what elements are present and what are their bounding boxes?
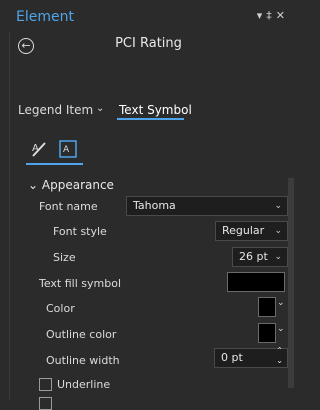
svg-text:A: A	[63, 145, 70, 155]
outline-color-picker[interactable]: ⌄	[258, 323, 288, 343]
active-tab-indicator	[117, 118, 184, 120]
font-style-dropdown[interactable]: Regular ⌄	[215, 221, 288, 241]
text-box-icon[interactable]: A	[58, 139, 78, 159]
font-name-label: Font name	[39, 200, 98, 213]
tab-text-symbol[interactable]: Text Symbol	[119, 103, 192, 117]
underline-checkbox[interactable]	[39, 378, 52, 391]
color-picker[interactable]: ⌄	[258, 297, 288, 317]
next-checkbox[interactable]	[39, 397, 52, 410]
chevron-down-icon[interactable]: ⌄	[96, 103, 104, 114]
text-fill-symbol-label: Text fill symbol	[39, 277, 122, 290]
underline-label: Underline	[57, 378, 111, 391]
outline-color-swatch	[258, 323, 276, 343]
pane-body	[9, 32, 287, 400]
outline-width-value: 0 pt	[221, 351, 243, 364]
appearance-section-header[interactable]: ⌄ Appearance	[28, 178, 114, 192]
stepper-icon[interactable]: ⌃ ⌄	[276, 346, 283, 366]
font-name-value: Tahoma	[133, 199, 176, 212]
svg-text:A: A	[32, 143, 39, 154]
font-style-value: Regular	[222, 224, 265, 237]
pane-header-icons[interactable]: ▾‡✕	[257, 9, 289, 22]
pin-icon[interactable]: ‡	[266, 9, 276, 22]
font-style-label: Font style	[53, 225, 107, 238]
section-label: Appearance	[41, 178, 114, 192]
color-label: Color	[46, 302, 75, 315]
chevron-down-icon: ⌄	[274, 252, 282, 262]
close-icon[interactable]: ✕	[276, 9, 289, 22]
tab-legend-item[interactable]: Legend Item	[18, 103, 93, 117]
color-swatch	[258, 297, 276, 317]
active-tool-indicator	[26, 163, 83, 165]
pane-title: Element	[16, 9, 74, 25]
text-fill-symbol-swatch[interactable]	[227, 272, 285, 292]
element-name: PCI Rating	[115, 36, 182, 51]
chevron-down-icon: ⌄	[274, 226, 282, 236]
outline-color-label: Outline color	[46, 328, 117, 341]
size-label: Size	[53, 251, 76, 264]
pane-menu-icon[interactable]: ▾	[257, 9, 267, 22]
chevron-down-icon: ⌄	[277, 324, 285, 334]
chevron-down-icon: ⌄	[274, 201, 282, 211]
brush-icon[interactable]: A	[30, 139, 50, 159]
chevron-down-icon: ⌄	[28, 178, 39, 192]
chevron-down-icon: ⌄	[277, 298, 285, 308]
outline-width-input[interactable]: 0 pt ⌃ ⌄	[214, 346, 288, 368]
scrollbar[interactable]	[288, 178, 294, 388]
font-name-dropdown[interactable]: Tahoma ⌄	[126, 196, 288, 216]
size-dropdown[interactable]: 26 pt ⌄	[232, 247, 288, 267]
size-value: 26 pt	[239, 250, 268, 263]
outline-width-label: Outline width	[46, 354, 120, 367]
